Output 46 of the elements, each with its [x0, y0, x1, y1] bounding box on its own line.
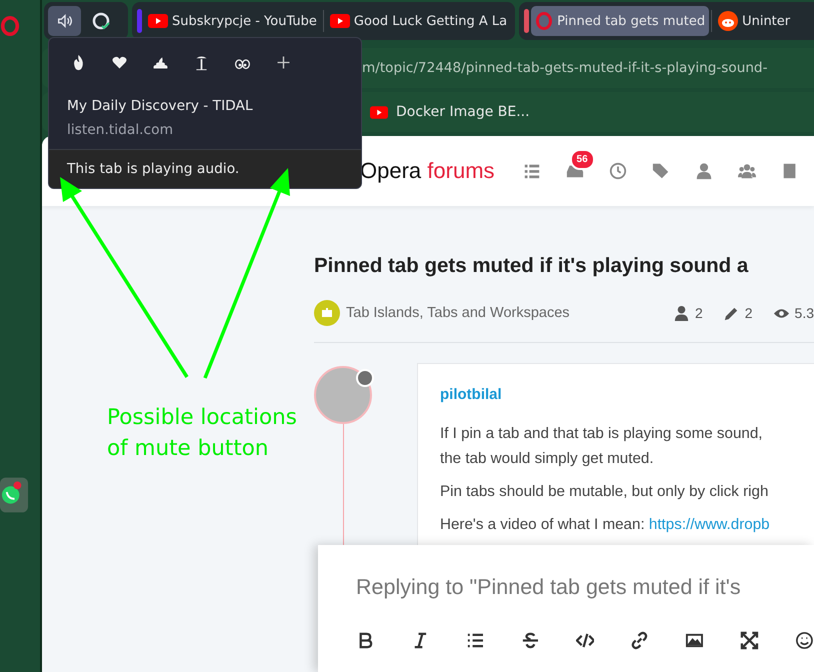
category-link[interactable]: Tab Islands, Tabs and Workspaces: [346, 305, 570, 321]
code-icon[interactable]: [576, 631, 594, 650]
post-paragraph: Here's a video of what I mean: https://www.dropb: [440, 515, 771, 535]
browser-tab[interactable]: Uninter: [714, 6, 794, 36]
link-icon[interactable]: [630, 631, 650, 650]
post-author[interactable]: pilotbilal: [440, 386, 814, 403]
chat-app-icon[interactable]: [0, 477, 29, 513]
browser-tab[interactable]: Pinned tab gets muted: [531, 6, 710, 36]
play-icon: [370, 106, 388, 118]
person-icon: [672, 304, 690, 322]
expand-icon[interactable]: [740, 631, 760, 650]
pinned-tab[interactable]: [48, 6, 81, 36]
user-icon[interactable]: [694, 162, 713, 180]
browser-tab[interactable]: Good Luck Getting A La: [326, 6, 512, 36]
alien-icon: [718, 11, 738, 31]
plus-icon[interactable]: [275, 54, 292, 71]
users-icon[interactable]: [738, 162, 756, 180]
reply-field[interactable]: Replying to "Pinned tab gets muted if it's: [356, 575, 814, 609]
post-paragraph: If I pin a tab and that tab is playing some sound, the tab would simply get muted.: [440, 424, 764, 469]
list-icon[interactable]: [466, 631, 485, 650]
tab-title: My Daily Discovery - TIDAL: [66, 97, 254, 114]
speaker-icon: [56, 12, 74, 30]
play-icon: [148, 14, 168, 28]
stat-count: 2: [694, 305, 703, 321]
status-dot: [356, 369, 374, 387]
bookmark[interactable]: Docker Image BE...: [370, 104, 530, 120]
image-icon[interactable]: [685, 631, 704, 650]
tab-url: listen.tidal.com: [66, 121, 174, 138]
play-icon: [330, 14, 350, 28]
clock-icon[interactable]: [608, 162, 627, 180]
annotation-text: Possible locations of mute button: [107, 404, 297, 463]
post-paragraph: Pin tabs should be mutable, but only by click righ: [440, 482, 770, 502]
stat-count: 5.3: [794, 305, 814, 321]
logo-brand[interactable]: Opera: [360, 158, 422, 183]
browser-tab[interactable]: Subskrypcje - YouTube: [144, 6, 321, 36]
tags-icon[interactable]: [652, 162, 670, 180]
puzzle-icon: [314, 300, 340, 326]
post-link[interactable]: https://www.dropb: [648, 516, 770, 533]
logo-word[interactable]: forums: [427, 158, 495, 183]
smiley-icon[interactable]: [795, 631, 814, 650]
strike-icon[interactable]: [520, 631, 540, 650]
topic-title: Pinned tab gets muted if it's playing sound a: [314, 254, 750, 278]
notification-badge: 56: [570, 149, 595, 170]
stat-count: 2: [744, 305, 753, 321]
heart-icon[interactable]: [111, 54, 128, 71]
audio-status: This tab is playing audio.: [49, 149, 361, 188]
